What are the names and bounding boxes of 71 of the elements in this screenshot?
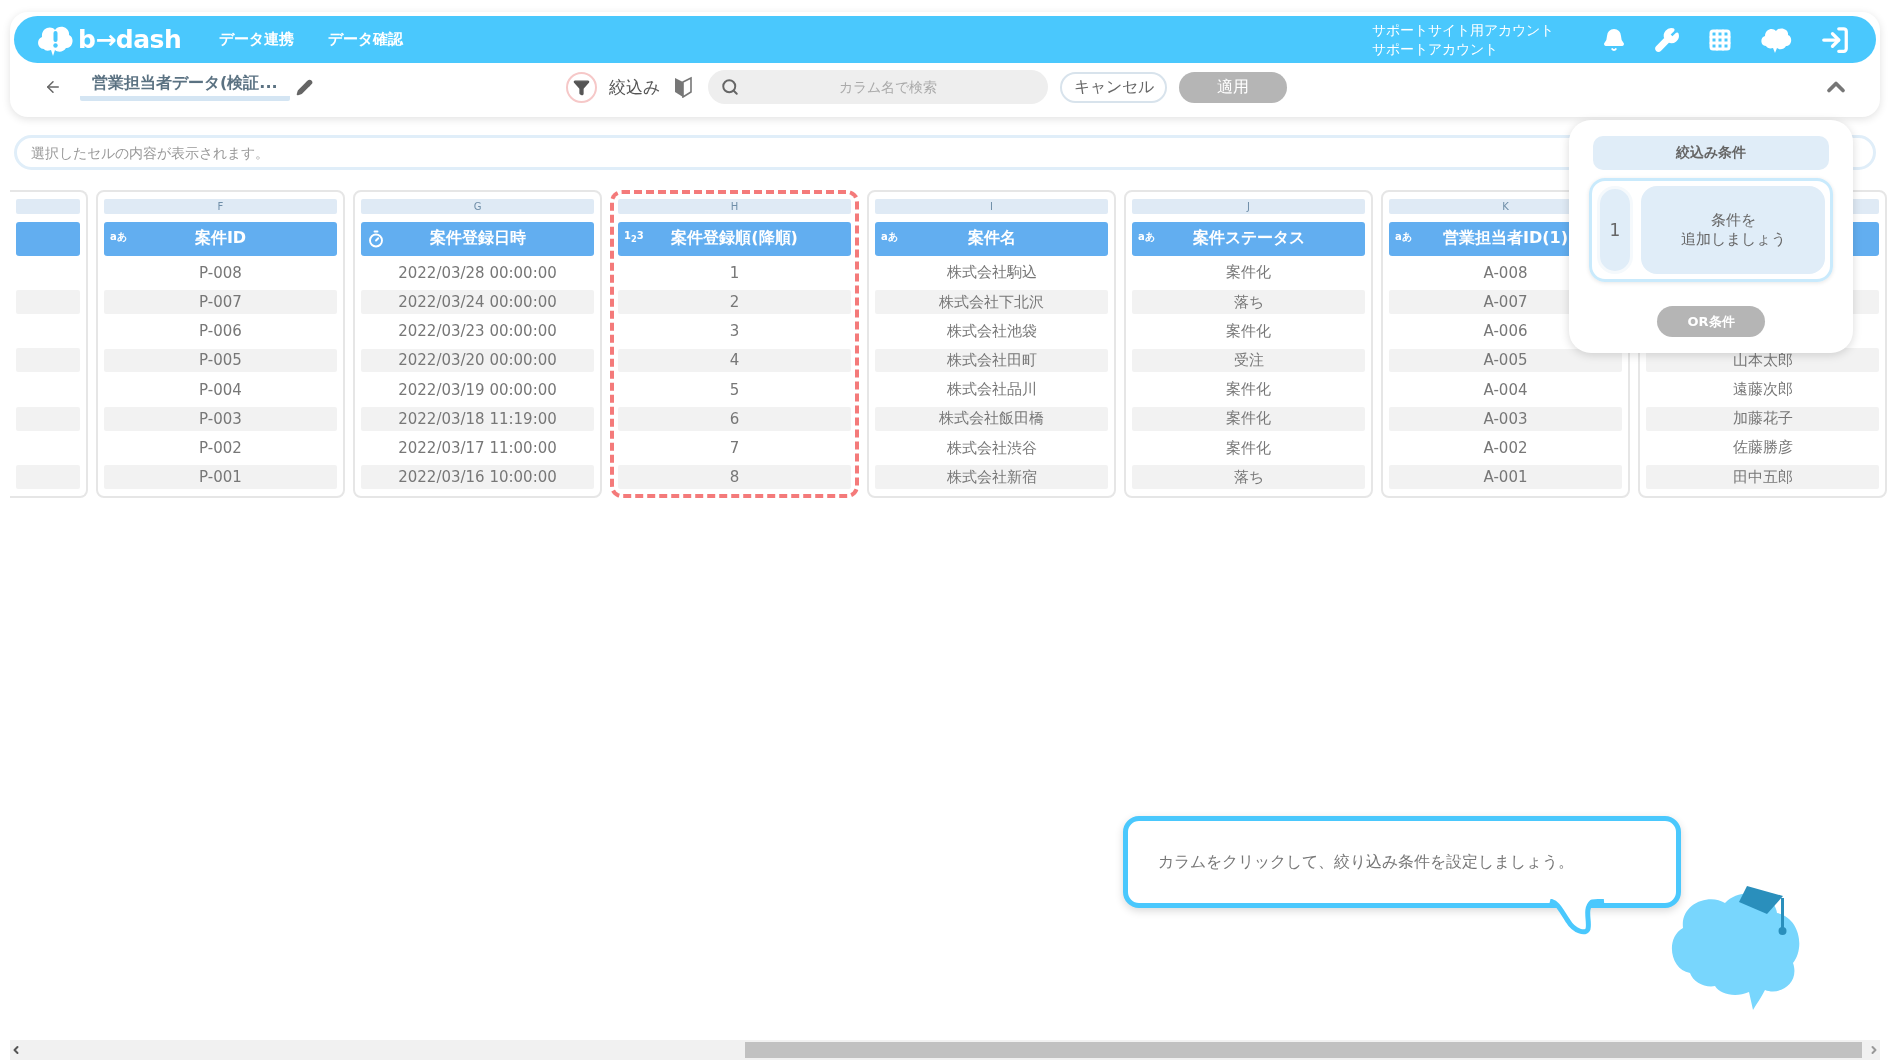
hint-text: カラムをクリックして、絞り込み条件を設定しましょう。 — [1158, 851, 1574, 873]
table-cell: 2022/03/28 00:00:00 — [398, 263, 557, 282]
table-cell: 株式会社飯田橋 — [939, 409, 1044, 429]
table-cell: A-005 — [1483, 351, 1528, 370]
type-mark: aあ — [881, 230, 898, 244]
filter-label: 絞込み — [608, 75, 660, 99]
table-cell: 2 — [729, 293, 740, 312]
table-cell: 案件化 — [1226, 409, 1271, 429]
condition-hint: 条件を — [1710, 211, 1756, 230]
column-letter: G — [361, 199, 594, 214]
table-cell: 株式会社渋谷 — [946, 438, 1037, 458]
table-cell: A-007 — [1483, 293, 1528, 312]
table-cell: P-002 — [199, 439, 242, 457]
table-cell: P-007 — [199, 293, 242, 312]
table-cell: A-006 — [1483, 322, 1528, 341]
table-cell: 山本太郎 — [1732, 350, 1793, 370]
table-cell: P-006 — [199, 322, 242, 341]
table-cell: 案件化 — [1226, 321, 1271, 341]
table-cell: 2022/03/18 11:19:00 — [398, 409, 557, 428]
table-cell: 1 — [729, 263, 740, 282]
table-cell: 8 — [729, 468, 740, 487]
table-cell: P-004 — [199, 380, 242, 399]
table-cell: 2022/03/24 00:00:00 — [398, 293, 557, 312]
table-cell: 株式会社品川 — [946, 380, 1037, 400]
table-cell: 2022/03/20 00:00:00 — [398, 351, 557, 370]
table-cell: 2022/03/23 00:00:00 — [398, 322, 557, 341]
table-cell: 株式会社田町 — [946, 351, 1037, 370]
table-cell: 2022/03/17 11:00:00 — [398, 439, 557, 457]
type-mark: aあ — [1138, 230, 1155, 244]
table-cell: 加藤花子 — [1732, 409, 1793, 429]
table-cell: A-001 — [1483, 468, 1528, 487]
table-cell: P-005 — [199, 351, 242, 370]
table-cell: 株式会社池袋 — [946, 321, 1037, 341]
table-cell: 受注 — [1233, 351, 1264, 370]
table-cell: 3 — [729, 322, 740, 341]
table-cell: 株式会社下北沢 — [939, 292, 1044, 312]
table-cell: 案件化 — [1226, 380, 1271, 400]
column-letter: H — [618, 199, 851, 214]
table-cell: 落ち — [1233, 467, 1264, 487]
condition-hint: 追加しましょう — [1680, 230, 1786, 249]
table-cell: A-008 — [1483, 263, 1528, 282]
type-mark: aあ — [110, 230, 127, 244]
table-cell: P-003 — [199, 409, 242, 428]
table-cell: 株式会社新宿 — [946, 467, 1037, 487]
table-cell: 7 — [729, 439, 740, 457]
table-cell: 案件化 — [1226, 438, 1271, 458]
table-cell: 5 — [729, 380, 740, 399]
table-cell: 6 — [729, 409, 740, 428]
table-cell: A-002 — [1483, 439, 1528, 457]
table-cell: 2022/03/16 10:00:00 — [398, 468, 557, 487]
table-cell: 佐藤勝彦 — [1732, 438, 1793, 458]
account-site: サポートサイト用アカウント — [1372, 20, 1554, 40]
table-cell: P-001 — [199, 468, 242, 487]
column-letter: F — [104, 199, 337, 214]
table-cell: 落ち — [1233, 292, 1264, 312]
condition-number: 1 — [1597, 186, 1633, 274]
column-letter: I — [875, 199, 1108, 214]
account-name: サポートアカウント — [1372, 39, 1499, 59]
table-cell: 田中五郎 — [1732, 467, 1793, 487]
panel-title: 絞込み条件 — [1593, 136, 1829, 170]
table-cell: A-003 — [1483, 409, 1528, 428]
column-letter: J — [1132, 199, 1365, 214]
table-cell: P-008 — [199, 263, 242, 282]
type-mark: 1$_{2}$3 — [624, 230, 644, 244]
table-cell: A-004 — [1483, 380, 1528, 399]
table-cell: 案件化 — [1226, 263, 1271, 283]
table-cell: 2022/03/19 00:00:00 — [398, 380, 557, 399]
table-cell: 遠藤次郎 — [1732, 380, 1793, 400]
table-cell: 4 — [729, 351, 740, 370]
type-mark: aあ — [1395, 230, 1412, 244]
table-cell: 株式会社駒込 — [946, 263, 1037, 283]
